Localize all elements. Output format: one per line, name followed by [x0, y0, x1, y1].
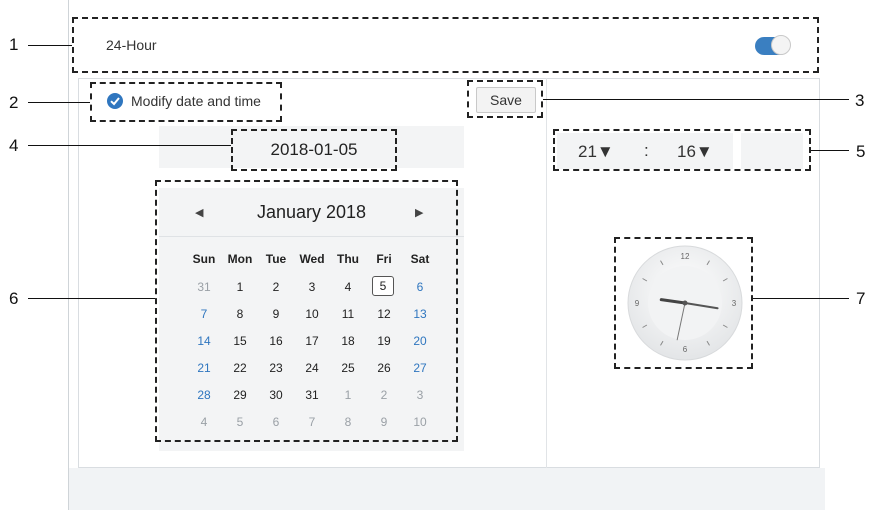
footer-area — [69, 468, 825, 510]
modify-date-label[interactable]: Modify date and time — [131, 93, 261, 109]
callout-number-1: 1 — [9, 35, 19, 54]
callout-box-6 — [155, 180, 458, 442]
panel-divider — [546, 78, 547, 468]
callout-box-1 — [72, 17, 819, 73]
callout-line-4 — [28, 145, 231, 146]
callout-number-7: 7 — [856, 289, 866, 308]
toggle-knob — [771, 35, 791, 55]
callout-line-3 — [543, 99, 849, 100]
callout-number-2: 2 — [9, 93, 19, 112]
callout-number-4: 4 — [9, 136, 19, 155]
clock-center — [682, 300, 688, 306]
callout-box-5 — [553, 129, 811, 171]
checkbox-checked-icon[interactable] — [107, 93, 123, 109]
date-input[interactable]: 2018-01-05 — [231, 140, 397, 160]
header-label: 24-Hour — [106, 37, 157, 53]
24-hour-toggle[interactable] — [755, 35, 791, 55]
callout-line-7 — [753, 298, 849, 299]
callout-line-6 — [28, 298, 155, 299]
clock-num-9: 9 — [635, 299, 640, 308]
left-border — [68, 0, 69, 510]
callout-number-5: 5 — [856, 142, 866, 161]
callout-number-6: 6 — [9, 289, 19, 308]
callout-number-3: 3 — [855, 91, 865, 110]
clock-num-3: 3 — [732, 299, 737, 308]
callout-line-1 — [28, 45, 72, 46]
clock-num-12: 12 — [681, 252, 690, 261]
clock-num-6: 6 — [683, 345, 688, 354]
save-button[interactable]: Save — [476, 87, 536, 113]
callout-line-5 — [811, 150, 849, 151]
callout-line-2 — [28, 102, 90, 103]
analog-clock: 12 3 6 9 — [627, 245, 743, 361]
